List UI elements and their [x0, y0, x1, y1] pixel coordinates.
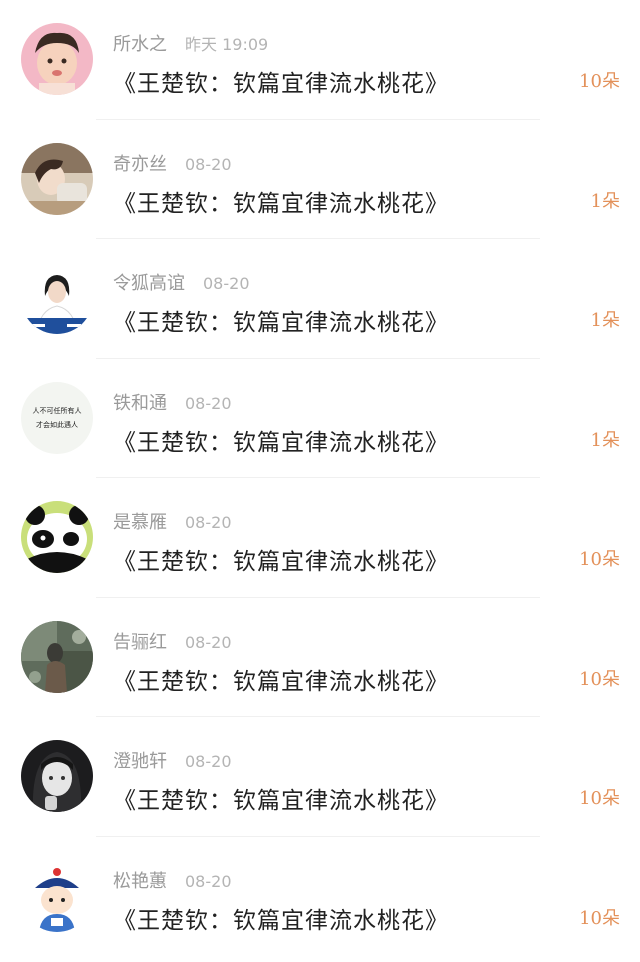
timestamp: 08-20: [185, 513, 232, 532]
anime-girl-avatar[interactable]: [21, 740, 93, 812]
flower-count: 1朵: [590, 190, 620, 212]
item-title[interactable]: 《王楚钦：钦篇宜律流水桃花》: [113, 542, 449, 576]
timestamp: 08-20: [203, 274, 250, 293]
item-meta: 告骊红 08-20: [113, 628, 232, 654]
item-meta: 松艳蕙 08-20: [113, 867, 232, 893]
calligraphy-line-2: 才会如此遇人: [36, 420, 78, 429]
item-meta: 铁和通 08-20: [113, 389, 232, 415]
list-item[interactable]: 令狐高谊 08-20 《王楚钦：钦篇宜律流水桃花》 1朵: [0, 239, 640, 359]
list-item[interactable]: 澄驰轩 08-20 《王楚钦：钦篇宜律流水桃花》 10朵: [0, 717, 640, 837]
username[interactable]: 所水之: [113, 34, 167, 55]
username[interactable]: 铁和通: [113, 393, 167, 414]
flower-count: 10朵: [579, 668, 620, 690]
item-meta: 澄驰轩 08-20: [113, 747, 232, 773]
cartoon-official-avatar[interactable]: [21, 859, 93, 932]
list-item[interactable]: 松艳蕙 08-20 《王楚钦：钦篇宜律流水桃花》 10朵: [0, 837, 640, 957]
girl-photo-avatar[interactable]: [21, 142, 93, 215]
list-item[interactable]: 人不可任所有人 才会如此遇人 铁和通 08-20 《王楚钦：钦篇宜律流水桃花》 1…: [0, 359, 640, 479]
item-title[interactable]: 《王楚钦：钦篇宜律流水桃花》: [113, 662, 449, 696]
timestamp: 08-20: [185, 752, 232, 771]
flower-count: 10朵: [579, 788, 620, 809]
username[interactable]: 是慕雁: [113, 512, 167, 533]
item-title[interactable]: 《王楚钦：钦篇宜律流水桃花》: [113, 901, 449, 935]
timestamp: 08-20: [185, 632, 232, 652]
gift-list: 所水之 昨天 19:09 《王楚钦：钦篇宜律流水桃花》 10朵 奇亦丝 08-20 …: [0, 0, 640, 956]
item-meta: 所水之 昨天 19:09: [113, 30, 268, 56]
item-title[interactable]: 《王楚钦：钦篇宜律流水桃花》: [113, 184, 449, 218]
timestamp: 08-20: [185, 154, 232, 174]
portrait-photo-avatar[interactable]: [21, 262, 93, 334]
timestamp: 08-20: [185, 393, 232, 413]
item-meta: 是慕雁 08-20: [113, 508, 232, 534]
flower-count: 1朵: [590, 429, 620, 451]
item-title[interactable]: 《王楚钦：钦篇宜律流水桃花》: [113, 64, 449, 98]
timestamp: 08-20: [185, 871, 232, 891]
list-item[interactable]: 所水之 昨天 19:09 《王楚钦：钦篇宜律流水桃花》 10朵: [0, 0, 640, 120]
flower-count: 10朵: [579, 71, 620, 92]
panda-avatar[interactable]: [21, 501, 93, 573]
list-item[interactable]: 奇亦丝 08-20 《王楚钦：钦篇宜律流水桃花》 1朵: [0, 120, 640, 240]
scenery-photo-avatar[interactable]: [21, 620, 93, 693]
baby-photo-avatar[interactable]: [21, 23, 93, 95]
username[interactable]: 令狐高谊: [113, 273, 185, 294]
username[interactable]: 澄驰轩: [113, 751, 167, 772]
username[interactable]: 告骊红: [113, 632, 167, 653]
list-item[interactable]: 告骊红 08-20 《王楚钦：钦篇宜律流水桃花》 10朵: [0, 598, 640, 718]
item-title[interactable]: 《王楚钦：钦篇宜律流水桃花》: [113, 423, 449, 457]
item-title[interactable]: 《王楚钦：钦篇宜律流水桃花》: [113, 303, 449, 337]
flower-count: 1朵: [590, 310, 620, 331]
flower-count: 10朵: [579, 907, 620, 929]
username[interactable]: 奇亦丝: [113, 154, 167, 175]
calligraphy-line-1: 人不可任所有人: [33, 406, 82, 415]
item-meta: 奇亦丝 08-20: [113, 150, 232, 176]
item-meta: 令狐高谊 08-20: [113, 269, 250, 295]
item-title[interactable]: 《王楚钦：钦篇宜律流水桃花》: [113, 781, 449, 815]
username[interactable]: 松艳蕙: [113, 871, 167, 892]
flower-count: 10朵: [579, 549, 620, 570]
timestamp: 昨天 19:09: [185, 35, 269, 54]
list-item[interactable]: 是慕雁 08-20 《王楚钦：钦篇宜律流水桃花》 10朵: [0, 478, 640, 598]
calligraphy-avatar[interactable]: 人不可任所有人 才会如此遇人: [21, 381, 93, 454]
